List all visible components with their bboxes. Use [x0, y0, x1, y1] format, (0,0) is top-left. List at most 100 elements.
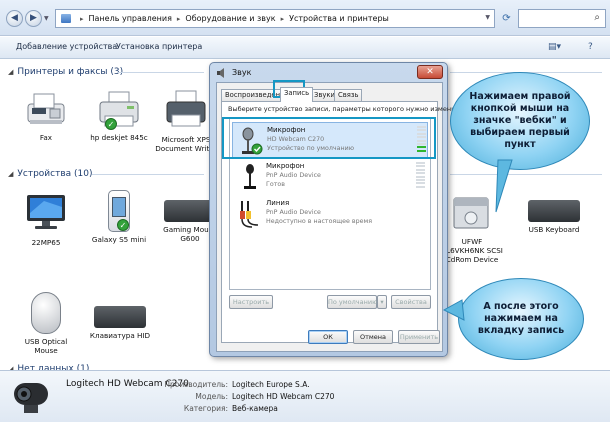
sound-dialog: Звук ✕ Воспроизведение Запись Звуки Связ…	[209, 62, 465, 357]
group-divider	[92, 174, 204, 175]
fax-icon	[4, 92, 88, 130]
device-label: Клавиатура HID	[89, 331, 151, 340]
device-22mp65[interactable]: 22MP65	[4, 193, 88, 247]
printer-icon: ✓	[97, 90, 141, 130]
device-description: PnP Audio Device	[266, 209, 321, 216]
callout-text: Нажимаем правой кнопкой мыши на значке "…	[469, 91, 571, 150]
back-button[interactable]: ◀	[6, 10, 23, 27]
connected-check-icon: ✓	[117, 219, 129, 231]
configure-button[interactable]: Настроить	[229, 295, 273, 309]
phone-icon: ✓	[108, 190, 130, 232]
chevron-right-icon[interactable]: ▸	[281, 15, 285, 23]
device-status: Недоступно в настоящее время	[266, 218, 373, 225]
command-bar: Добавление устройства Установка принтера…	[0, 37, 610, 59]
address-dropdown-icon[interactable]: ▼	[485, 14, 490, 21]
recording-device-item[interactable]: Микрофон PnP Audio Device Готов	[232, 159, 428, 195]
properties-button[interactable]: Свойства	[391, 295, 431, 309]
breadcrumb-control-panel[interactable]: Панель управления	[89, 14, 172, 23]
view-options-icon[interactable]: ▤▾	[548, 42, 561, 52]
microphone-icon	[244, 164, 256, 189]
level-meter-segment	[416, 165, 425, 168]
device-name: Линия	[266, 199, 290, 207]
keyboard-icon	[94, 306, 146, 328]
device-fax[interactable]: Fax	[4, 92, 88, 142]
chevron-right-icon[interactable]: ▸	[80, 15, 84, 23]
close-icon: ✕	[426, 67, 434, 77]
cancel-button[interactable]: Отмена	[353, 330, 393, 344]
forward-button[interactable]: ▶	[25, 10, 42, 27]
add-device-button[interactable]: Добавление устройства	[16, 42, 117, 51]
set-default-button[interactable]: По умолчанию	[327, 295, 378, 309]
search-input[interactable]: ⌕	[518, 9, 606, 28]
chevron-right-icon[interactable]: ▸	[177, 15, 181, 23]
group-label: Принтеры и факсы (3)	[17, 67, 124, 77]
category-value: Веб-камера	[232, 404, 278, 413]
search-icon: ⌕	[594, 12, 600, 23]
callout-tail	[495, 159, 513, 213]
level-meter-segment	[416, 175, 425, 178]
mouse-icon	[31, 292, 61, 334]
dialog-title: Звук	[232, 68, 252, 77]
line-in-cable-icon	[240, 201, 259, 228]
details-pane: Logitech HD Webcam C270 Производитель: L…	[0, 370, 610, 422]
device-description: PnP Audio Device	[266, 172, 321, 179]
refresh-button[interactable]: ⟳	[498, 10, 515, 27]
device-status: Готов	[266, 181, 285, 188]
level-meter-segment	[416, 182, 425, 185]
category-label: Категория:	[183, 404, 228, 413]
speaker-icon	[217, 68, 224, 78]
manufacturer-value: Logitech Europe S.A.	[232, 380, 310, 389]
refresh-icon: ⟳	[502, 13, 511, 24]
group-divider	[450, 174, 602, 175]
instruction-callout-top: Нажимаем правой кнопкой мыши на значке "…	[450, 72, 590, 170]
recording-device-item[interactable]: Линия PnP Audio Device Недоступно в наст…	[232, 196, 428, 232]
device-label: Fax	[39, 133, 53, 142]
device-usb-optical-mouse[interactable]: USB Optical Mouse	[4, 292, 88, 355]
monitor-icon	[4, 193, 88, 235]
collapse-triangle-icon[interactable]: ◢	[8, 170, 13, 178]
default-printer-check-icon: ✓	[105, 118, 117, 130]
apply-button[interactable]: Применить	[398, 330, 440, 344]
level-meter-segment	[416, 172, 425, 175]
device-label: USB Optical Mouse	[24, 337, 68, 355]
level-meter-segment	[416, 185, 425, 188]
device-label: USB Keyboard	[528, 225, 580, 234]
webcam-icon	[12, 379, 50, 415]
instruction-callout-bottom: А после этого нажимаем на вкладку запись	[458, 278, 584, 360]
level-meter-segment	[416, 168, 425, 171]
model-label: Модель:	[195, 392, 228, 401]
device-name: Микрофон	[266, 162, 305, 170]
keyboard-icon	[528, 200, 580, 222]
webcam-microphone-highlight	[222, 117, 436, 159]
history-dropdown-icon[interactable]: ▼	[44, 15, 49, 22]
address-bar[interactable]: ▸ Панель управления ▸ Оборудование и зву…	[55, 9, 495, 28]
set-default-dropdown[interactable]: ▾	[377, 295, 387, 309]
breadcrumb-devices-printers[interactable]: Устройства и принтеры	[289, 14, 389, 23]
group-header-printers[interactable]: ◢ Принтеры и факсы (3)	[8, 66, 123, 78]
level-meter-segment	[416, 178, 425, 181]
add-printer-button[interactable]: Установка принтера	[116, 42, 202, 51]
group-label: Устройства (10)	[17, 169, 93, 179]
level-meter-segment	[416, 162, 425, 164]
ok-button[interactable]: ОК	[308, 330, 348, 344]
callout-text: А после этого нажимаем на вкладку запись	[477, 301, 565, 336]
collapse-triangle-icon[interactable]: ◢	[8, 68, 13, 76]
device-label: 22MP65	[31, 238, 61, 247]
phone-screen	[112, 197, 126, 217]
instruction-text: Выберите устройство записи, параметры ко…	[228, 105, 466, 113]
callout-tail	[442, 299, 465, 321]
forward-arrow-icon: ▶	[30, 13, 37, 23]
chevron-down-icon: ▾	[380, 298, 384, 306]
address-row: ◀ ▶ ▼ ▸ Панель управления ▸ Оборудование…	[0, 0, 610, 36]
help-icon[interactable]: ?	[588, 42, 593, 52]
model-value: Logitech HD Webcam C270	[232, 392, 335, 401]
back-arrow-icon: ◀	[11, 13, 18, 23]
level-meter	[416, 162, 425, 190]
tab-recording[interactable]: Запись	[280, 87, 314, 102]
device-usb-keyboard[interactable]: USB Keyboard	[512, 200, 596, 234]
breadcrumb-hardware-sound[interactable]: Оборудование и звук	[185, 14, 275, 23]
tab-communications[interactable]: Связь	[334, 89, 363, 101]
close-button[interactable]: ✕	[417, 65, 443, 79]
device-hid-keyboard[interactable]: Клавиатура HID	[78, 300, 162, 340]
group-header-devices[interactable]: ◢ Устройства (10)	[8, 168, 92, 180]
